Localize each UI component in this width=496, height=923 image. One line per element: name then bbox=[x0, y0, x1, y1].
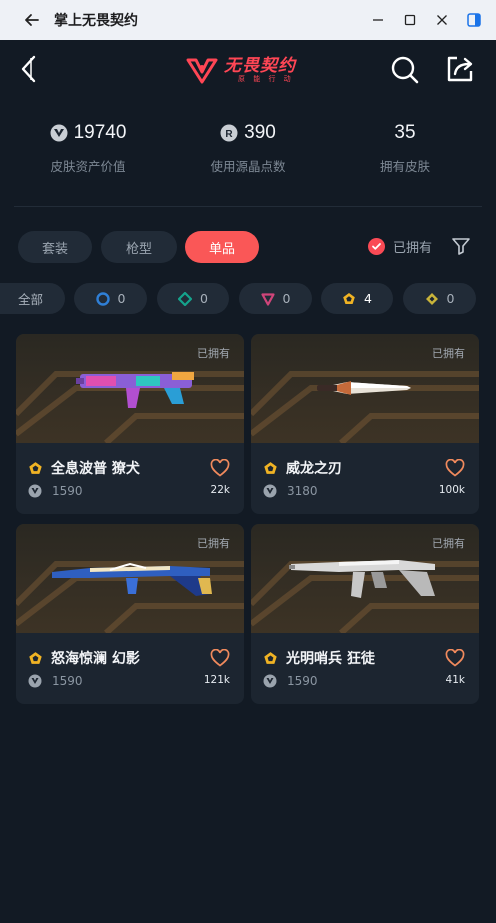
rarity-chip-deluxe[interactable]: 0 bbox=[157, 283, 229, 314]
skin-card[interactable]: 已拥有 威龙之刃 3180 100k bbox=[251, 334, 479, 514]
exclusive-tier-icon bbox=[29, 651, 42, 664]
vp-coin-icon bbox=[263, 674, 277, 688]
stat-value: 19740 bbox=[73, 122, 127, 143]
skin-name: 全息波普 獠犬 bbox=[51, 461, 140, 477]
side-panel-icon[interactable] bbox=[466, 12, 482, 28]
deluxe-tier-icon bbox=[178, 291, 193, 306]
valorant-v-icon bbox=[186, 58, 218, 84]
close-icon[interactable] bbox=[434, 12, 450, 28]
stat-skin-value: 19740 皮肤资产价值 bbox=[8, 118, 168, 175]
skin-image: 已拥有 bbox=[16, 524, 244, 633]
tab-bundle[interactable]: 套装 bbox=[18, 231, 92, 263]
checkmark-icon[interactable] bbox=[368, 237, 385, 255]
knife-skin-icon bbox=[317, 381, 411, 395]
chip-count: 0 bbox=[200, 291, 208, 306]
divider bbox=[14, 206, 482, 207]
skin-card[interactable]: 已拥有 怒海惊澜 幻影 1590 121k bbox=[16, 524, 244, 704]
skin-name: 威龙之刃 bbox=[286, 461, 342, 477]
search-icon[interactable] bbox=[390, 55, 420, 85]
stat-label: 皮肤资产价值 bbox=[50, 159, 126, 174]
stat-label: 使用源晶点数 bbox=[210, 159, 286, 174]
owned-badge: 已拥有 bbox=[197, 347, 230, 360]
heart-icon[interactable] bbox=[210, 648, 230, 667]
skin-image: 已拥有 bbox=[251, 334, 479, 443]
exclusive-tier-icon bbox=[29, 461, 42, 474]
exclusive-tier-icon bbox=[343, 292, 355, 304]
owned-badge: 已拥有 bbox=[432, 537, 465, 550]
heart-icon[interactable] bbox=[445, 648, 465, 667]
rarity-chip-all[interactable]: 全部 bbox=[0, 283, 65, 314]
svg-text:R: R bbox=[226, 129, 234, 140]
valorant-logo: 无畏契约 原 能 行 动 bbox=[186, 52, 296, 88]
filter-icon[interactable] bbox=[450, 235, 472, 257]
vp-coin-icon bbox=[28, 484, 42, 498]
skin-card[interactable]: 已拥有 全息波普 獠犬 1590 22k bbox=[16, 334, 244, 514]
skin-price: 1590 bbox=[287, 674, 318, 688]
radianite-icon: R bbox=[220, 124, 238, 142]
heart-icon[interactable] bbox=[210, 458, 230, 477]
heart-icon[interactable] bbox=[445, 458, 465, 477]
vandal-skin-icon bbox=[289, 560, 435, 598]
like-count: 22k bbox=[210, 484, 230, 496]
maximize-icon[interactable] bbox=[402, 12, 418, 28]
select-tier-icon bbox=[95, 291, 110, 306]
stat-value: 35 bbox=[394, 122, 416, 143]
stats-summary: 19740 皮肤资产价值 R 390 使用源晶点数 35 拥有皮肤 bbox=[0, 118, 496, 188]
tab-weapon-type[interactable]: 枪型 bbox=[101, 231, 177, 263]
skin-price: 3180 bbox=[287, 484, 318, 498]
back-chevron-icon[interactable] bbox=[18, 54, 44, 84]
exclusive-tier-icon bbox=[264, 461, 277, 474]
tab-single-item[interactable]: 单品 bbox=[185, 231, 259, 263]
stat-owned-skins: 35 拥有皮肤 bbox=[325, 118, 485, 175]
ultra-tier-icon bbox=[425, 292, 438, 305]
stat-label: 拥有皮肤 bbox=[379, 159, 430, 174]
skin-image: 已拥有 bbox=[16, 334, 244, 443]
logo-title: 无畏契约 bbox=[224, 55, 296, 76]
rarity-chip-exclusive[interactable]: 4 bbox=[321, 283, 393, 314]
chip-count: 0 bbox=[282, 291, 291, 306]
chip-count: 4 bbox=[364, 291, 372, 306]
share-icon[interactable] bbox=[445, 54, 475, 84]
owned-badge: 已拥有 bbox=[197, 537, 230, 550]
owned-filter-label: 已拥有 bbox=[393, 240, 433, 256]
skin-card[interactable]: 已拥有 光明哨兵 狂徒 1590 41k bbox=[251, 524, 479, 704]
rarity-chip-select[interactable]: 0 bbox=[74, 283, 147, 314]
chip-label: 全部 bbox=[18, 292, 44, 307]
vp-coin-icon bbox=[263, 484, 277, 498]
skin-price: 1590 bbox=[52, 484, 83, 498]
owned-filter-toggle[interactable]: 已拥有 bbox=[368, 236, 432, 256]
window-title: 掌上无畏契约 bbox=[54, 13, 138, 29]
rarity-chip-premium[interactable]: 0 bbox=[239, 283, 312, 314]
chip-count: 0 bbox=[117, 291, 126, 306]
vp-coin-icon bbox=[28, 674, 42, 688]
like-count: 41k bbox=[445, 674, 465, 686]
window-titlebar: 掌上无畏契约 bbox=[0, 0, 496, 40]
skin-price: 1590 bbox=[52, 674, 83, 688]
like-count: 121k bbox=[203, 674, 230, 686]
window-controls bbox=[370, 0, 482, 40]
skin-image: 已拥有 bbox=[251, 524, 479, 633]
vp-coin-icon bbox=[50, 124, 68, 142]
like-count: 100k bbox=[438, 484, 465, 496]
minimize-icon[interactable] bbox=[370, 12, 386, 28]
logo-subtitle: 原 能 行 动 bbox=[238, 74, 294, 83]
odin-skin-icon bbox=[76, 372, 194, 408]
app-header: 无畏契约 原 能 行 动 bbox=[0, 40, 496, 100]
premium-tier-icon bbox=[260, 292, 275, 306]
stat-value: 390 bbox=[244, 122, 276, 143]
rarity-chip-ultra[interactable]: 0 bbox=[403, 283, 476, 314]
phantom-skin-icon bbox=[52, 562, 212, 596]
skin-name: 光明哨兵 狂徒 bbox=[286, 651, 375, 667]
chip-count: 0 bbox=[446, 291, 455, 306]
back-arrow-icon[interactable] bbox=[22, 10, 42, 30]
skin-name: 怒海惊澜 幻影 bbox=[51, 651, 140, 667]
stat-radianite: R 390 使用源晶点数 bbox=[168, 118, 328, 175]
exclusive-tier-icon bbox=[264, 651, 277, 664]
owned-badge: 已拥有 bbox=[432, 347, 465, 360]
